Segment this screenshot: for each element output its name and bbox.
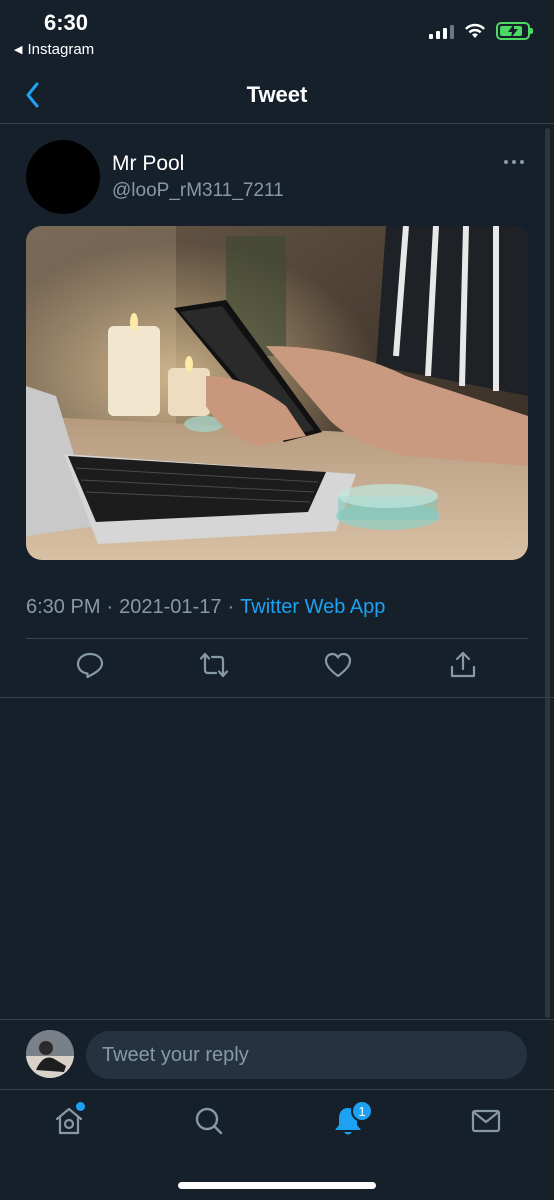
tweet-meta: 6:30 PM · 2021-01-17 · Twitter Web App (26, 596, 385, 619)
tweet-photo[interactable] (26, 226, 528, 560)
user-handle[interactable]: @looP_rM311_7211 (112, 180, 284, 202)
tab-notifications[interactable]: 1 (331, 1100, 373, 1138)
tweet: Mr Pool @looP_rM311_7211 6:30 PM · 2021-… (0, 124, 554, 698)
cellular-signal-icon (429, 23, 454, 39)
display-name[interactable]: Mr Pool (112, 152, 184, 176)
back-triangle-icon: ◀ (14, 44, 23, 56)
messages-icon (471, 1109, 501, 1133)
notifications-badge: 1 (351, 1100, 373, 1122)
reply-icon[interactable] (75, 650, 105, 680)
wifi-icon (465, 23, 485, 38)
meta-separator: · (106, 596, 114, 618)
share-icon[interactable] (448, 650, 478, 680)
header: Tweet (0, 66, 554, 124)
tweet-source-link[interactable]: Twitter Web App (240, 596, 385, 619)
tweet-actions (0, 650, 554, 690)
divider (26, 638, 528, 639)
meta-separator: · (227, 596, 235, 618)
retweet-icon[interactable] (199, 650, 229, 680)
page-title: Tweet (246, 82, 308, 107)
reply-bar (0, 1019, 554, 1089)
tweet-date: 2021-01-17 (119, 596, 222, 618)
more-options-icon[interactable] (504, 160, 524, 164)
back-to-app-link[interactable]: ◀ Instagram (14, 41, 94, 58)
home-badge-dot (76, 1102, 85, 1111)
current-user-avatar[interactable] (26, 1030, 74, 1078)
tab-search[interactable] (192, 1104, 226, 1138)
status-icons (429, 22, 533, 40)
tab-home[interactable] (52, 1102, 86, 1138)
back-app-label: Instagram (27, 41, 95, 58)
search-icon (195, 1107, 223, 1135)
home-indicator[interactable] (178, 1182, 376, 1189)
status-time: 6:30 (44, 10, 89, 35)
tweet-time: 6:30 PM (26, 596, 101, 618)
like-icon[interactable] (323, 650, 353, 680)
tab-messages[interactable] (469, 1104, 503, 1138)
battery-charging-icon (496, 22, 533, 40)
status-bar: 6:30 ◀ Instagram (0, 0, 554, 66)
avatar[interactable] (26, 140, 100, 214)
reply-input[interactable] (86, 1031, 527, 1079)
